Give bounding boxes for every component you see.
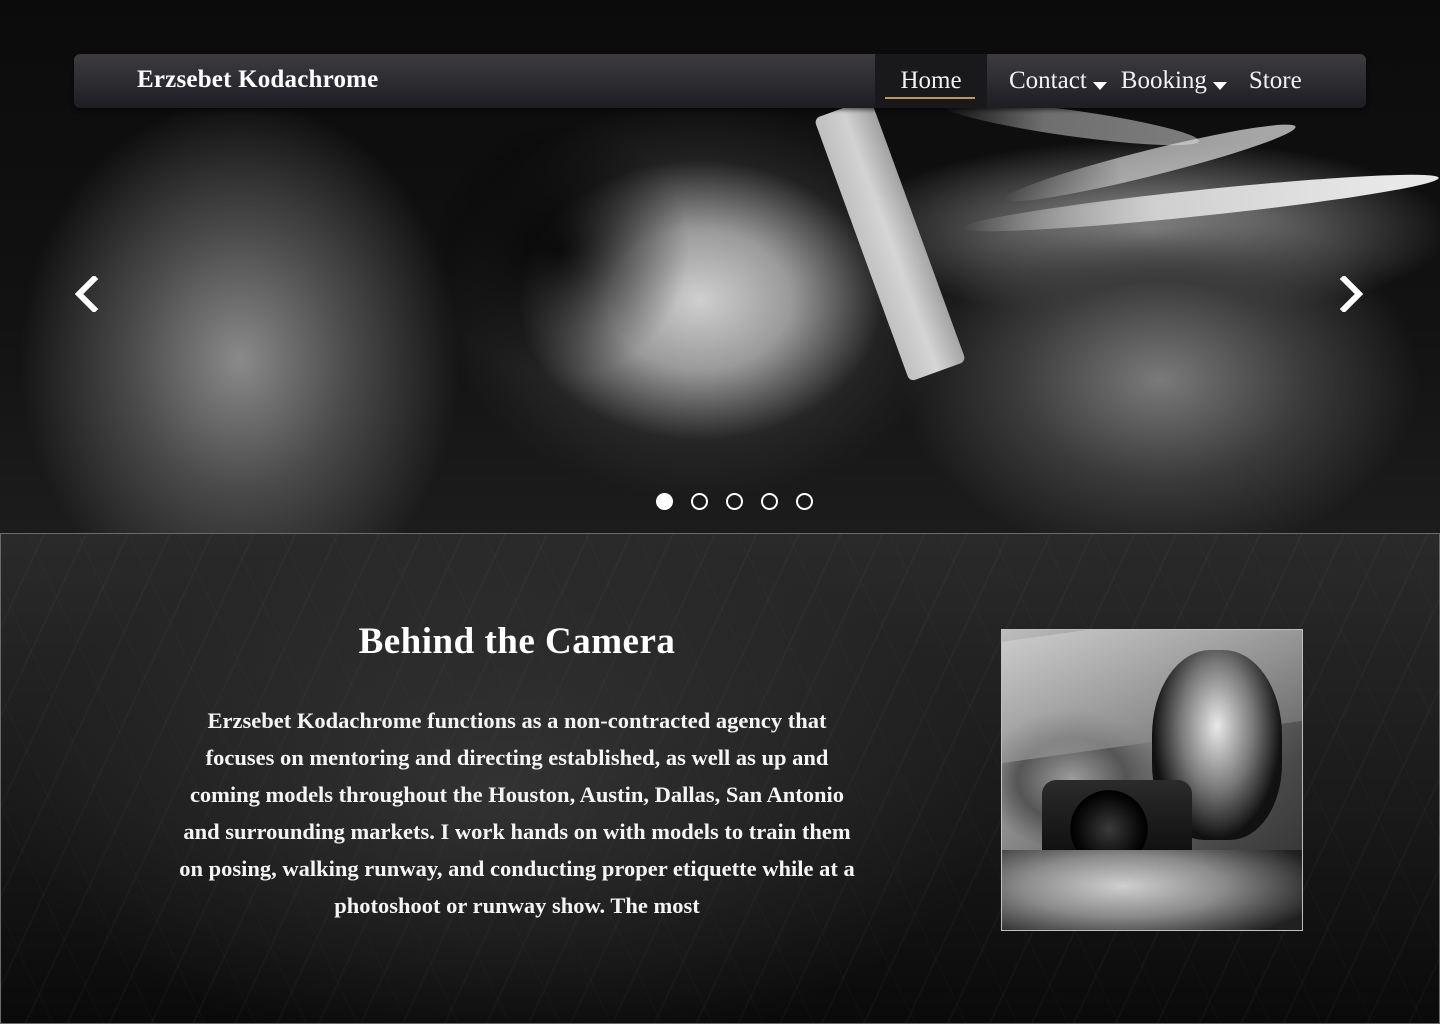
caret-down-icon bbox=[1212, 82, 1227, 90]
nav-item-label: Store bbox=[1248, 67, 1302, 94]
caret-down-icon bbox=[1092, 82, 1107, 90]
nav-item-booking[interactable]: Booking bbox=[1121, 54, 1227, 108]
chevron-left-icon bbox=[74, 274, 99, 314]
brand-link[interactable]: Erzsebet Kodachrome bbox=[137, 66, 378, 94]
hero-headband bbox=[813, 98, 967, 382]
photographer-photo bbox=[1001, 629, 1303, 931]
photo-hands bbox=[1002, 850, 1302, 930]
carousel-prev-button[interactable] bbox=[72, 274, 102, 314]
about-section: Behind the Camera Erzsebet Kodachrome fu… bbox=[0, 533, 1440, 1024]
nav-item-label: Booking bbox=[1120, 67, 1207, 94]
nav-item-label: Contact bbox=[1009, 67, 1087, 94]
nav-item-store[interactable]: Store bbox=[1249, 54, 1302, 108]
nav-item-contact[interactable]: Contact bbox=[1009, 54, 1107, 108]
nav-item-home[interactable]: Home bbox=[875, 54, 987, 108]
navbar: Erzsebet Kodachrome Home Contact Booking… bbox=[74, 54, 1366, 108]
chevron-right-icon bbox=[1339, 274, 1364, 314]
carousel-indicators bbox=[656, 493, 813, 510]
carousel-dot-5[interactable] bbox=[796, 493, 813, 510]
carousel-dot-3[interactable] bbox=[726, 493, 743, 510]
carousel-dot-2[interactable] bbox=[691, 493, 708, 510]
about-paragraph: Erzsebet Kodachrome functions as a non-c… bbox=[179, 708, 855, 918]
hero-feather bbox=[959, 164, 1440, 242]
nav-menu: Home Contact Booking Store bbox=[875, 54, 1302, 108]
carousel-dot-4[interactable] bbox=[761, 493, 778, 510]
carousel-next-button[interactable] bbox=[1336, 274, 1366, 314]
section-title: Behind the Camera bbox=[358, 621, 676, 662]
nav-item-label: Home bbox=[900, 67, 962, 94]
hero-shadow bbox=[430, 120, 690, 380]
carousel-dot-1[interactable] bbox=[656, 493, 673, 510]
